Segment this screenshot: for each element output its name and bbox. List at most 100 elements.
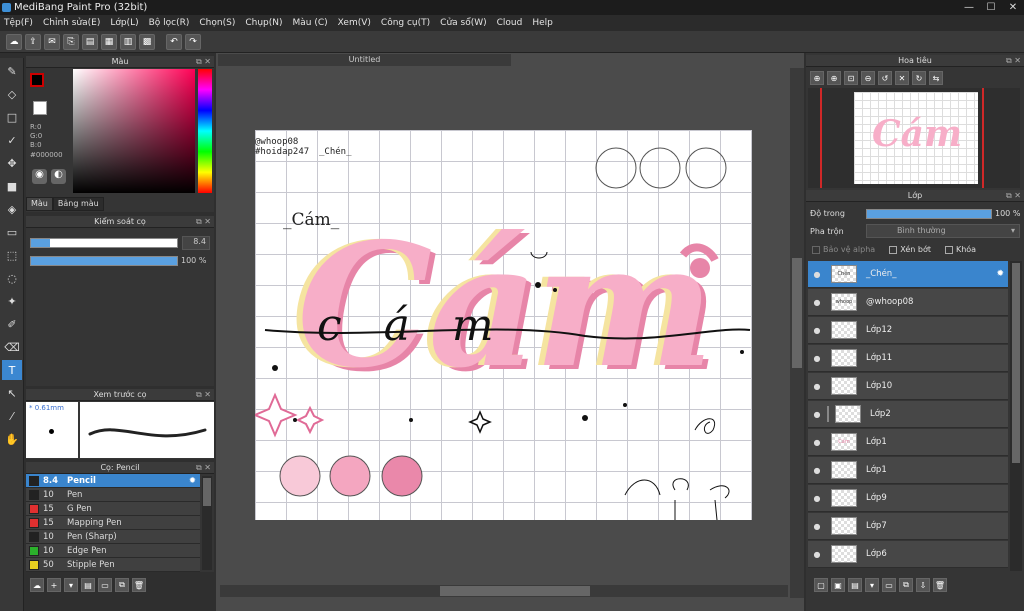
- tab-palette[interactable]: Bảng màu: [52, 197, 104, 211]
- grid-icon[interactable]: ▦: [101, 33, 117, 50]
- eye-icon[interactable]: ●: [811, 438, 823, 447]
- layout-icon[interactable]: ▥: [120, 33, 136, 50]
- layer-row-lop6[interactable]: ● Lớp6: [808, 541, 1008, 568]
- eye-icon[interactable]: ●: [811, 298, 823, 307]
- fill-rect-icon[interactable]: ■: [2, 176, 22, 196]
- delete-layer-icon[interactable]: 🗑: [933, 578, 947, 592]
- new-color-layer-icon[interactable]: ▣: [831, 578, 845, 592]
- color-wheel-icon[interactable]: ◐: [51, 169, 66, 184]
- menu-edit[interactable]: Chỉnh sửa(E): [43, 18, 100, 28]
- eye-icon[interactable]: ●: [811, 354, 823, 363]
- menu-layer[interactable]: Lớp(L): [110, 18, 138, 28]
- new-halftone-layer-icon[interactable]: ▤: [848, 578, 862, 592]
- menu-cloud[interactable]: Cloud: [497, 18, 523, 28]
- layer-row-chen[interactable]: ● Chén _Chén_ ✹: [808, 261, 1008, 288]
- layer-row-lop2[interactable]: ● Lớp2: [808, 401, 1008, 428]
- hand-icon[interactable]: ✋: [2, 429, 22, 449]
- eraser-icon[interactable]: ◇: [2, 84, 22, 104]
- panel-float-icon[interactable]: ⧉ ✕: [196, 389, 211, 401]
- panel-float-icon[interactable]: ⧉ ✕: [1006, 55, 1021, 67]
- brush-settings-icon[interactable]: ▤: [81, 578, 95, 592]
- eye-icon[interactable]: ●: [811, 550, 823, 559]
- layer-row-lop9[interactable]: ● Lớp9: [808, 485, 1008, 512]
- saturation-value-picker[interactable]: [73, 69, 195, 193]
- brush-size-value[interactable]: 8.4: [182, 236, 210, 250]
- actual-size-icon[interactable]: ✕: [895, 71, 909, 85]
- select-pen-icon[interactable]: ✐: [2, 314, 22, 334]
- redo-icon[interactable]: ↷: [185, 33, 201, 50]
- new-brush-icon[interactable]: +: [47, 578, 61, 592]
- bucket-icon[interactable]: ◈: [2, 199, 22, 219]
- operation-icon[interactable]: ↖: [2, 383, 22, 403]
- navigator-view[interactable]: Cám: [808, 88, 1020, 188]
- layer-row-lop10[interactable]: ● Lớp10: [808, 373, 1008, 400]
- horizontal-scrollbar[interactable]: [220, 585, 788, 597]
- pen-icon[interactable]: ✓: [2, 130, 22, 150]
- add-brush-menu-icon[interactable]: ▾: [64, 578, 78, 592]
- protect-alpha-checkbox[interactable]: Bảo vệ alpha: [812, 245, 875, 254]
- cloud-brush-icon[interactable]: ☁: [30, 578, 44, 592]
- eye-icon[interactable]: ●: [811, 466, 823, 475]
- add-layer-menu-icon[interactable]: ▾: [865, 578, 879, 592]
- background-color-swatch[interactable]: [33, 101, 47, 115]
- rotate-left-icon[interactable]: ↺: [878, 71, 892, 85]
- brush-item-pen[interactable]: 10 Pen: [26, 488, 200, 502]
- panel-float-icon[interactable]: ⧉ ✕: [196, 216, 211, 228]
- eye-icon[interactable]: ●: [811, 270, 823, 279]
- layer-row-lop11[interactable]: ● Lớp11: [808, 345, 1008, 372]
- document-tab[interactable]: Untitled: [218, 54, 511, 66]
- clip-checkbox[interactable]: Xén bớt: [889, 245, 931, 254]
- menu-tools[interactable]: Công cụ(T): [381, 18, 430, 28]
- maximize-button[interactable]: ☐: [980, 0, 1002, 15]
- tiles-icon[interactable]: ▩: [139, 33, 155, 50]
- lasso-icon[interactable]: ◌: [2, 268, 22, 288]
- gear-icon[interactable]: ✹: [996, 269, 1004, 279]
- folder-icon[interactable]: ▭: [98, 578, 112, 592]
- menu-help[interactable]: Help: [532, 18, 553, 28]
- layer-row-lop7[interactable]: ● Lớp7: [808, 513, 1008, 540]
- cloud-icon[interactable]: ☁: [6, 33, 22, 50]
- lock-checkbox[interactable]: Khóa: [944, 245, 976, 254]
- magic-wand-icon[interactable]: ✦: [2, 291, 22, 311]
- layer-row-lop1-b[interactable]: ● Lớp1: [808, 457, 1008, 484]
- menu-view[interactable]: Xem(V): [338, 18, 371, 28]
- vertical-scrollbar[interactable]: [790, 68, 804, 598]
- select-eraser-icon[interactable]: ⌫: [2, 337, 22, 357]
- zoom-out-icon[interactable]: ⊖: [861, 71, 875, 85]
- panel-float-icon[interactable]: ⧉ ✕: [196, 56, 211, 68]
- layer-list-scrollbar[interactable]: [1010, 261, 1022, 571]
- new-layer-icon[interactable]: ▢: [814, 578, 828, 592]
- brush-item-g-pen[interactable]: 15 G Pen: [26, 502, 200, 516]
- layer-row-lop1-a[interactable]: ● Cám Lớp1: [808, 429, 1008, 456]
- eye-icon[interactable]: ●: [811, 494, 823, 503]
- rect-select-icon[interactable]: □: [2, 107, 22, 127]
- zoom-in-icon[interactable]: ⊕: [810, 71, 824, 85]
- brush-item-mapping-pen[interactable]: 15 Mapping Pen: [26, 516, 200, 530]
- eye-icon[interactable]: ●: [811, 522, 823, 531]
- flip-icon[interactable]: ⇆: [929, 71, 943, 85]
- text-icon[interactable]: T: [2, 360, 22, 380]
- gear-icon[interactable]: ✹: [189, 476, 196, 486]
- menu-snap[interactable]: Chụp(N): [245, 18, 282, 28]
- zoom-in-icon[interactable]: ⊕: [827, 71, 841, 85]
- folder-icon[interactable]: ▭: [882, 578, 896, 592]
- menu-filter[interactable]: Bộ lọc(R): [149, 18, 190, 28]
- eye-icon[interactable]: ●: [811, 326, 823, 335]
- brush-size-slider[interactable]: [30, 238, 178, 248]
- minimize-button[interactable]: —: [958, 0, 980, 15]
- delete-icon[interactable]: 🗑: [132, 578, 146, 592]
- tab-color[interactable]: Màu: [26, 197, 53, 211]
- document-icon[interactable]: ▤: [82, 33, 98, 50]
- brush-opacity-slider[interactable]: [30, 256, 178, 266]
- select-icon[interactable]: ⬚: [2, 245, 22, 265]
- menu-file[interactable]: Tệp(F): [4, 18, 33, 28]
- gradient-icon[interactable]: ▭: [2, 222, 22, 242]
- undo-icon[interactable]: ↶: [166, 33, 182, 50]
- brush-item-stipple-pen[interactable]: 50 Stipple Pen: [26, 558, 200, 572]
- panel-float-icon[interactable]: ⧉ ✕: [196, 462, 211, 474]
- merge-down-icon[interactable]: ⇩: [916, 578, 930, 592]
- hue-slider[interactable]: [198, 69, 212, 193]
- rotate-right-icon[interactable]: ↻: [912, 71, 926, 85]
- share-icon[interactable]: ⎘: [63, 33, 79, 50]
- layer-row-lop12[interactable]: ● Lớp12: [808, 317, 1008, 344]
